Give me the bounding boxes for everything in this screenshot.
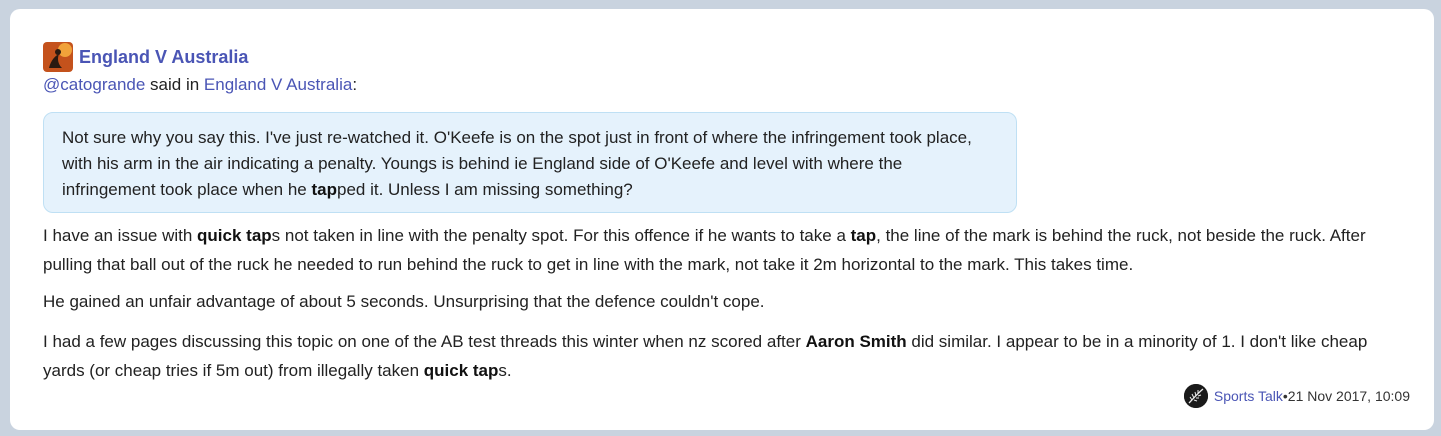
quote-text-after: ped it. Unless I am missing something? [337,180,633,199]
post-title-link[interactable]: England V Australia [79,47,248,68]
p3-text-a: I had a few pages discussing this topic … [43,332,806,351]
post-card: England V Australia @catogrande said in … [10,9,1434,430]
post-timestamp[interactable]: 21 Nov 2017, 10:09 [1288,388,1410,404]
p1-text-a: I have an issue with [43,226,198,245]
colon-text: : [352,75,358,94]
quoted-user-link[interactable]: @catogrande [43,75,145,94]
p1-bold-1: quick tap [197,226,272,245]
quote-bold-text: tap [311,180,338,199]
quote-attribution: @catogrande said in England V Australia: [43,75,357,95]
blockquote: Not sure why you say this. I've just re-… [43,112,1017,213]
paragraph-2: He gained an unfair advantage of about 5… [43,292,765,311]
paragraph-3: I had a few pages discussing this topic … [43,327,1403,385]
topic-avatar-icon[interactable] [43,42,73,72]
p3-bold-2: quick tap [423,361,499,380]
p1-text-c: s not taken in line with the penalty spo… [271,226,851,245]
p3-text-d: s. [498,361,512,380]
category-link[interactable]: Sports Talk [1214,388,1283,404]
said-in-text: said in [145,75,204,94]
paragraph-1: I have an issue with quick taps not take… [43,221,1403,279]
p3-bold-1: Aaron Smith [805,332,907,351]
quoted-topic-link[interactable]: England V Australia [204,75,352,94]
silver-fern-icon[interactable] [1183,384,1208,408]
p1-bold-2: tap [850,226,877,245]
post-footer: Sports Talk • 21 Nov 2017, 10:09 [1183,382,1410,410]
post-title-row: England V Australia [43,42,248,72]
